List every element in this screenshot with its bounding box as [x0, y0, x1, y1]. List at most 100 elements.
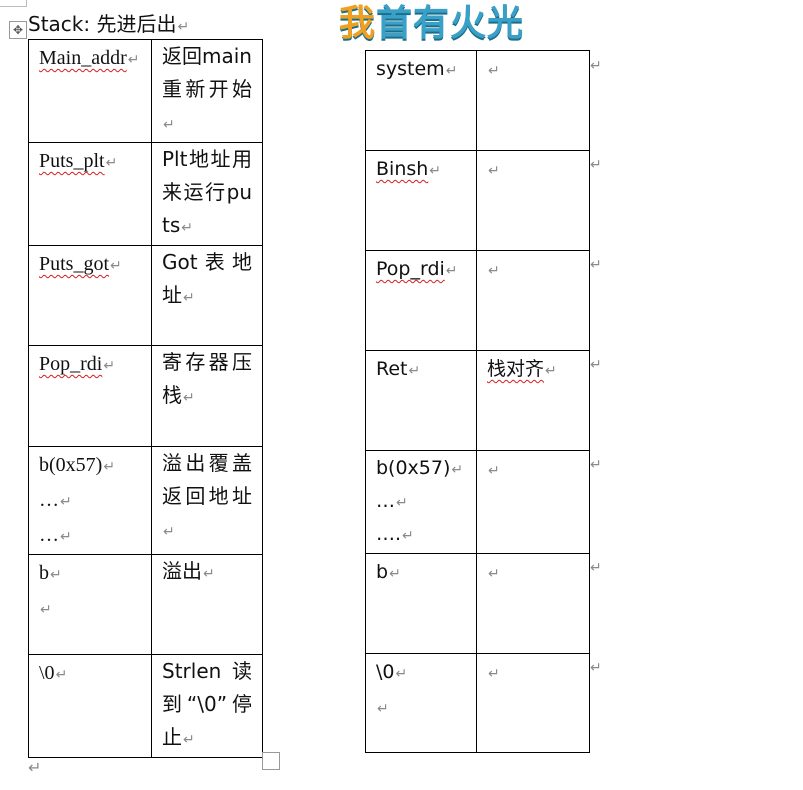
cell-key[interactable]: Pop_rdi↵: [28, 345, 152, 447]
cell-value[interactable]: 栈对齐↵: [476, 350, 590, 451]
cell-key[interactable]: system↵: [365, 50, 477, 151]
table-row: Binsh↵ ↵: [365, 150, 590, 251]
paragraph-mark: ↵: [105, 156, 118, 171]
paragraph-mark: ↵: [396, 495, 408, 511]
paragraph-mark: ↵: [177, 19, 190, 35]
paragraph-mark: ↵: [445, 263, 458, 279]
cell-key[interactable]: b(0x57)↵ …↵ …↵: [28, 446, 152, 555]
cell-value[interactable]: Got表地址↵: [151, 245, 263, 346]
cell-key[interactable]: b↵ ↵: [28, 554, 152, 655]
cell-value[interactable]: Strlen读到“\0”停止↵: [151, 654, 263, 758]
cell-value[interactable]: 返回main重新开始 ↵: [151, 39, 263, 143]
cell-value[interactable]: 溢出↵: [151, 554, 263, 655]
cell-key[interactable]: b(0x57)↵ …↵ ….↵: [365, 450, 477, 554]
cell-key[interactable]: \0↵ ↵: [365, 653, 477, 753]
cell-key[interactable]: Main_addr↵: [28, 39, 152, 143]
paragraph-mark: ↵: [183, 290, 195, 306]
right-stack-table[interactable]: system↵ ↵ Binsh↵ ↵ Pop_rdi↵ ↵ Ret↵ 栈对齐↵ …: [365, 50, 590, 753]
document-end-mark: ↵: [28, 758, 42, 777]
cell-value[interactable]: ↵: [476, 50, 590, 151]
paragraph-mark: ↵: [60, 530, 72, 545]
table-move-handle-icon[interactable]: ✥: [9, 21, 27, 39]
paragraph-mark: ↵: [402, 528, 414, 544]
table-row: b↵ ↵ 溢出↵: [28, 554, 263, 655]
table-row: b(0x57)↵ …↵ …↵ 溢出覆盖返回地址↵: [28, 446, 263, 555]
table-row: \0↵ ↵ ↵: [365, 653, 590, 753]
paragraph-mark: ↵: [395, 666, 408, 682]
logo-char-1: 我: [339, 3, 377, 44]
cell-value[interactable]: ↵: [476, 250, 590, 351]
table-row: Pop_rdi↵ ↵: [365, 250, 590, 351]
paragraph-mark: ↵: [181, 220, 193, 236]
cell-value[interactable]: 寄存器压栈↵: [151, 345, 263, 447]
cell-key-text: …: [39, 524, 59, 546]
row-end-mark: ↵: [590, 157, 602, 173]
cell-key-text: Binsh: [376, 158, 429, 180]
cell-value[interactable]: 溢出覆盖返回地址 ↵: [151, 446, 263, 555]
paragraph-mark: ↵: [488, 463, 500, 479]
paragraph-mark: ↵: [40, 603, 52, 618]
row-end-mark: ↵: [590, 457, 602, 473]
paragraph-mark: ↵: [163, 117, 175, 133]
paragraph-mark: ↵: [183, 732, 195, 748]
cell-key[interactable]: Pop_rdi↵: [365, 250, 477, 351]
table-row: Pop_rdi↵ 寄存器压栈↵: [28, 345, 263, 447]
paragraph-mark: ↵: [60, 495, 72, 510]
paragraph-mark: ↵: [389, 566, 401, 582]
paragraph-mark: ↵: [103, 460, 116, 475]
cell-value[interactable]: Plt地址用来运行puts↵: [151, 142, 263, 246]
cell-key[interactable]: Binsh↵: [365, 150, 477, 251]
row-end-mark: ↵: [590, 660, 602, 676]
cell-value-text: 栈对齐: [487, 358, 545, 380]
paragraph-mark: ↵: [127, 53, 140, 68]
paragraph-mark: ↵: [203, 566, 215, 582]
cell-key[interactable]: Puts_got↵: [28, 245, 152, 346]
watermark-logo: 我首有火光: [339, 0, 524, 46]
cell-key-text: Puts_plt: [39, 150, 105, 172]
cell-key-text: Pop_rdi: [39, 353, 103, 375]
row-end-mark: ↵: [590, 560, 602, 576]
paragraph-mark: ↵: [183, 390, 195, 406]
cell-value-text: 溢出: [162, 559, 202, 583]
cell-key-text: b: [39, 562, 49, 584]
cell-key[interactable]: \0↵: [28, 654, 152, 758]
row-end-mark: ↵: [590, 357, 602, 373]
table-row: \0↵ Strlen读到“\0”停止↵: [28, 654, 263, 758]
cell-key[interactable]: Puts_plt↵: [28, 142, 152, 246]
cell-key-text: …: [39, 489, 59, 511]
cell-key-text: Pop_rdi: [376, 258, 445, 280]
table-row: system↵ ↵: [365, 50, 590, 151]
cell-key-text: b(0x57): [39, 454, 103, 476]
cell-key-text: b(0x57): [376, 457, 451, 479]
table-row: Main_addr↵ 返回main重新开始↵: [28, 39, 263, 143]
paragraph-mark: ↵: [488, 263, 500, 279]
logo-chars-rest: 首有火光: [376, 3, 525, 44]
cell-value[interactable]: ↵: [476, 653, 590, 753]
cell-key[interactable]: Ret↵: [365, 350, 477, 451]
cell-key-text: Ret: [376, 358, 408, 380]
cell-value[interactable]: ↵: [476, 553, 590, 654]
cell-value-text: Strlen读到“\0”停止: [162, 659, 252, 749]
cell-value[interactable]: ↵: [476, 450, 590, 554]
cell-value[interactable]: ↵: [476, 150, 590, 251]
cell-key-text: Main_addr: [39, 47, 127, 69]
paragraph-mark: ↵: [451, 462, 464, 478]
table-row: b(0x57)↵ …↵ ….↵ ↵: [365, 450, 590, 554]
paragraph-mark: ↵: [545, 363, 557, 379]
cell-key-text: \0: [39, 662, 55, 684]
left-stack-table[interactable]: Main_addr↵ 返回main重新开始↵ Puts_plt↵ Plt地址用来…: [28, 39, 263, 758]
cell-value-text: Plt地址用来运行puts: [162, 147, 252, 237]
table-resize-handle-icon[interactable]: [262, 752, 280, 770]
paragraph-mark: ↵: [50, 568, 62, 583]
paragraph-mark: ↵: [488, 566, 500, 582]
paragraph-mark: ↵: [408, 363, 421, 379]
paragraph-mark: ↵: [163, 524, 175, 540]
table-row: Puts_got↵ Got表地址↵: [28, 245, 263, 346]
paragraph-mark: ↵: [488, 666, 500, 682]
page-heading: Stack: 先进后出↵: [28, 8, 189, 37]
cell-key[interactable]: b↵: [365, 553, 477, 654]
paragraph-mark: ↵: [488, 163, 500, 179]
paragraph-mark: ↵: [488, 63, 500, 79]
cell-value-text: 溢出覆盖返回地址: [162, 451, 252, 508]
paragraph-mark: ↵: [429, 163, 442, 179]
